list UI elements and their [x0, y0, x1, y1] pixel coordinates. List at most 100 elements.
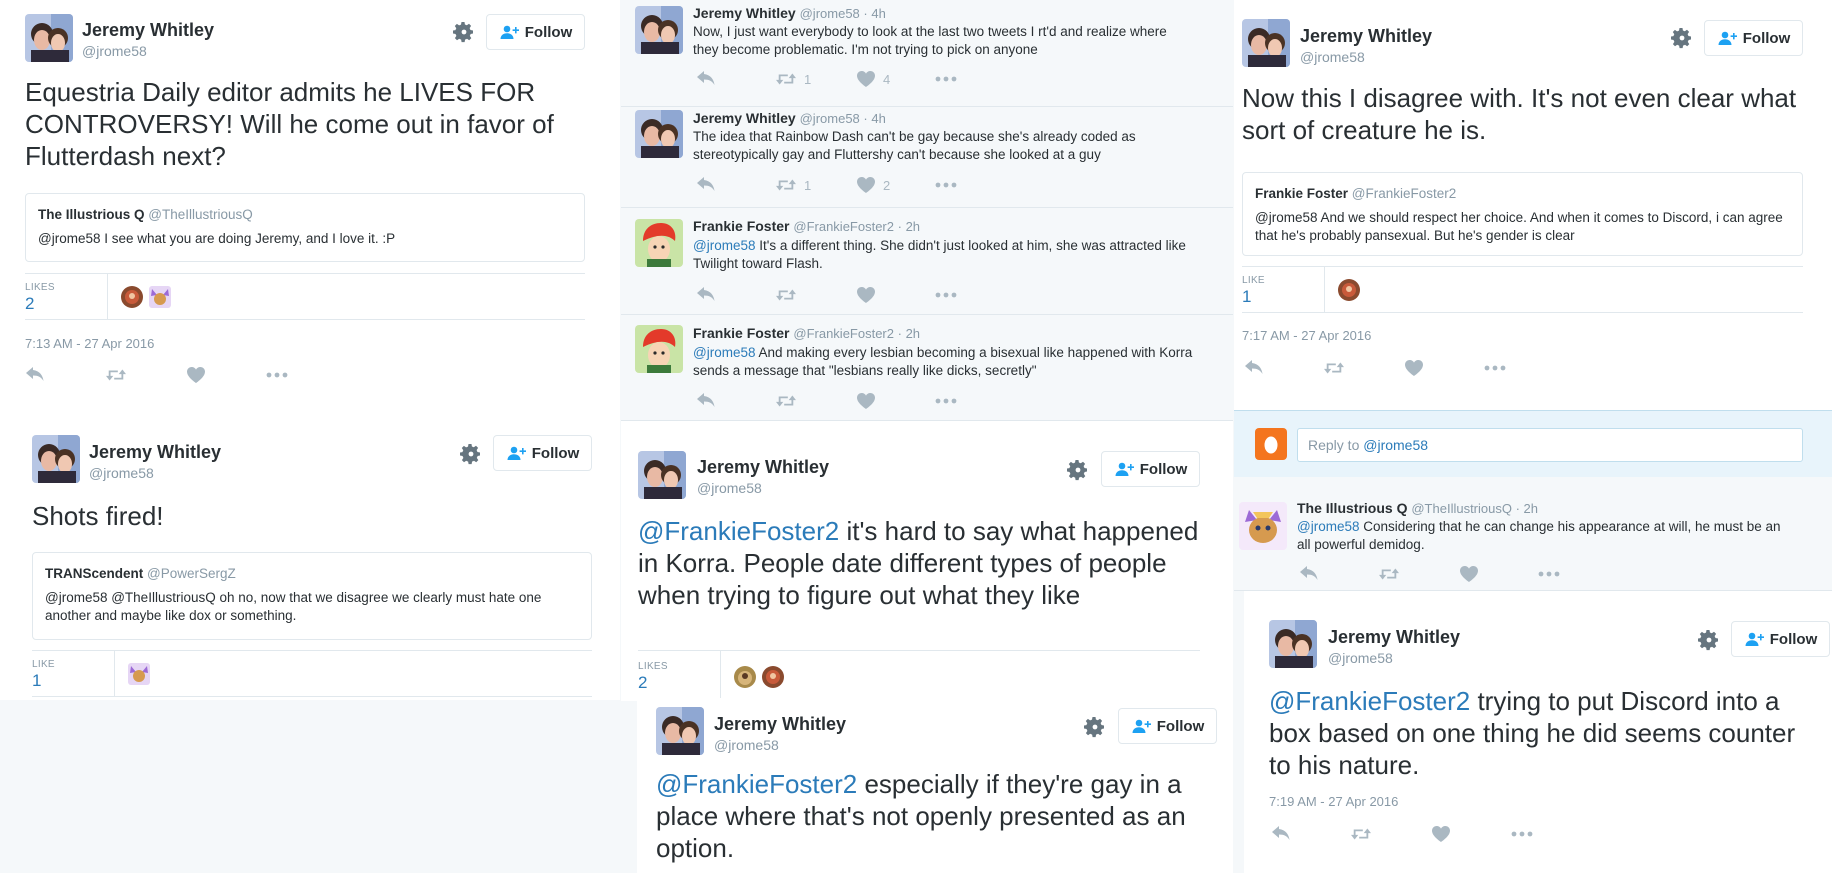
author-name[interactable]: The Illustrious Q: [1297, 500, 1407, 516]
reply-icon[interactable]: [696, 177, 716, 193]
author-handle[interactable]: @jrome58: [89, 465, 154, 481]
like-action[interactable]: 2: [857, 177, 890, 193]
liker-avatar[interactable]: [149, 286, 171, 308]
gear-icon[interactable]: [1066, 458, 1090, 482]
quoted-tweet[interactable]: The Illustrious Q @TheIllustriousQ @jrom…: [25, 193, 585, 262]
thread-tweet[interactable]: Jeremy Whitley @jrome58 · 4h The idea th…: [621, 106, 1233, 208]
author-name[interactable]: Jeremy Whitley: [1328, 627, 1460, 648]
more-icon[interactable]: [1538, 571, 1560, 577]
mention-link[interactable]: @FrankieFoster2: [638, 516, 839, 546]
heart-icon[interactable]: [857, 287, 875, 303]
avatar[interactable]: [638, 451, 686, 499]
timestamp[interactable]: 7:13 AM - 27 Apr 2016: [25, 336, 154, 351]
gear-icon[interactable]: [459, 442, 483, 466]
liker-avatar[interactable]: [121, 286, 143, 308]
avatar[interactable]: [635, 219, 683, 267]
mention-link[interactable]: @jrome58: [693, 345, 755, 360]
avatar[interactable]: [1269, 620, 1317, 668]
mention-link[interactable]: @FrankieFoster2: [1269, 686, 1470, 716]
reply-icon[interactable]: [696, 393, 716, 409]
likes-count[interactable]: 2: [638, 673, 647, 693]
retweet-icon[interactable]: [1379, 566, 1399, 582]
author-name[interactable]: Jeremy Whitley: [714, 714, 846, 735]
liker-avatar[interactable]: [128, 663, 150, 685]
more-icon[interactable]: [1511, 831, 1533, 837]
thread-tweet[interactable]: Frankie Foster @FrankieFoster2 · 2h @jro…: [621, 207, 1233, 315]
follow-button[interactable]: Follow: [1731, 621, 1830, 657]
author-handle[interactable]: @jrome58: [82, 43, 147, 59]
author-name[interactable]: Frankie Foster: [693, 218, 789, 234]
quoted-tweet[interactable]: TRANScendent @PowerSergZ @jrome58 @TheIl…: [32, 552, 592, 640]
liker-avatar[interactable]: [762, 666, 784, 688]
gear-icon[interactable]: [1670, 26, 1694, 50]
tweet-age[interactable]: 2h: [906, 326, 920, 341]
avatar[interactable]: [656, 707, 704, 755]
author-name[interactable]: Jeremy Whitley: [697, 457, 829, 478]
more-icon[interactable]: [266, 372, 288, 378]
retweet-action[interactable]: 1: [776, 177, 811, 193]
retweet-icon[interactable]: [776, 393, 796, 409]
tweet-age[interactable]: 4h: [871, 6, 885, 21]
more-icon[interactable]: [935, 182, 957, 188]
retweet-icon[interactable]: [1324, 360, 1344, 376]
mention-link[interactable]: @jrome58: [693, 238, 755, 253]
reply-icon[interactable]: [696, 71, 716, 87]
gear-icon[interactable]: [1083, 715, 1107, 739]
avatar[interactable]: [1242, 19, 1290, 67]
author-handle[interactable]: @TheIllustriousQ: [1411, 501, 1512, 516]
author-handle[interactable]: @FrankieFoster2: [793, 326, 894, 341]
author-handle[interactable]: @jrome58: [800, 6, 860, 21]
likes-count[interactable]: 2: [25, 294, 34, 314]
timestamp[interactable]: 7:19 AM - 27 Apr 2016: [1269, 794, 1398, 809]
retweet-icon[interactable]: [776, 287, 796, 303]
follow-button[interactable]: Follow: [1101, 451, 1200, 487]
thread-tweet[interactable]: Frankie Foster @FrankieFoster2 · 2h @jro…: [621, 314, 1233, 420]
reply-icon[interactable]: [25, 367, 45, 383]
timestamp[interactable]: 7:17 AM - 27 Apr 2016: [1242, 328, 1371, 343]
author-handle[interactable]: @jrome58: [697, 480, 762, 496]
heart-icon[interactable]: [1432, 826, 1450, 842]
avatar[interactable]: [635, 6, 683, 54]
heart-icon[interactable]: [1405, 360, 1423, 376]
avatar[interactable]: [1239, 502, 1287, 550]
heart-icon[interactable]: [857, 393, 875, 409]
tweet-age[interactable]: 2h: [906, 219, 920, 234]
author-handle[interactable]: @FrankieFoster2: [793, 219, 894, 234]
more-icon[interactable]: [935, 76, 957, 82]
likes-count[interactable]: 1: [32, 671, 41, 691]
tweet-age[interactable]: 4h: [871, 111, 885, 126]
follow-button[interactable]: Follow: [1704, 20, 1803, 56]
avatar[interactable]: [635, 325, 683, 373]
heart-icon[interactable]: [1460, 566, 1478, 582]
retweet-icon[interactable]: [106, 367, 126, 383]
author-handle[interactable]: @jrome58: [714, 737, 779, 753]
author-name[interactable]: Jeremy Whitley: [1300, 26, 1432, 47]
author-handle[interactable]: @jrome58: [1300, 49, 1365, 65]
like-action[interactable]: 4: [857, 71, 890, 87]
avatar[interactable]: [32, 435, 80, 483]
mention-link[interactable]: @jrome58: [1297, 519, 1359, 534]
more-icon[interactable]: [935, 398, 957, 404]
avatar[interactable]: [635, 110, 683, 158]
reply-icon[interactable]: [1271, 826, 1291, 842]
author-name[interactable]: Jeremy Whitley: [693, 110, 796, 126]
likes-count[interactable]: 1: [1242, 287, 1251, 307]
author-name[interactable]: Jeremy Whitley: [82, 20, 214, 41]
heart-icon[interactable]: [187, 367, 205, 383]
author-name[interactable]: Jeremy Whitley: [693, 5, 796, 21]
quoted-tweet[interactable]: Frankie Foster @FrankieFoster2 @jrome58 …: [1242, 172, 1803, 256]
reply-input[interactable]: Reply to @jrome58: [1297, 428, 1803, 462]
follow-button[interactable]: Follow: [1118, 708, 1217, 744]
liker-avatar[interactable]: [1338, 279, 1360, 301]
reply-tweet[interactable]: The Illustrious Q @TheIllustriousQ · 2h …: [1234, 477, 1832, 591]
liker-avatar[interactable]: [734, 666, 756, 688]
avatar[interactable]: [25, 14, 73, 62]
mention-link[interactable]: @FrankieFoster2: [656, 769, 857, 799]
thread-tweet[interactable]: Jeremy Whitley @jrome58 · 4h Now, I just…: [621, 0, 1233, 107]
reply-icon[interactable]: [696, 287, 716, 303]
more-icon[interactable]: [935, 292, 957, 298]
gear-icon[interactable]: [1697, 628, 1721, 652]
gear-icon[interactable]: [452, 20, 476, 44]
retweet-icon[interactable]: [1351, 826, 1371, 842]
egg-avatar-icon[interactable]: [1255, 428, 1287, 460]
